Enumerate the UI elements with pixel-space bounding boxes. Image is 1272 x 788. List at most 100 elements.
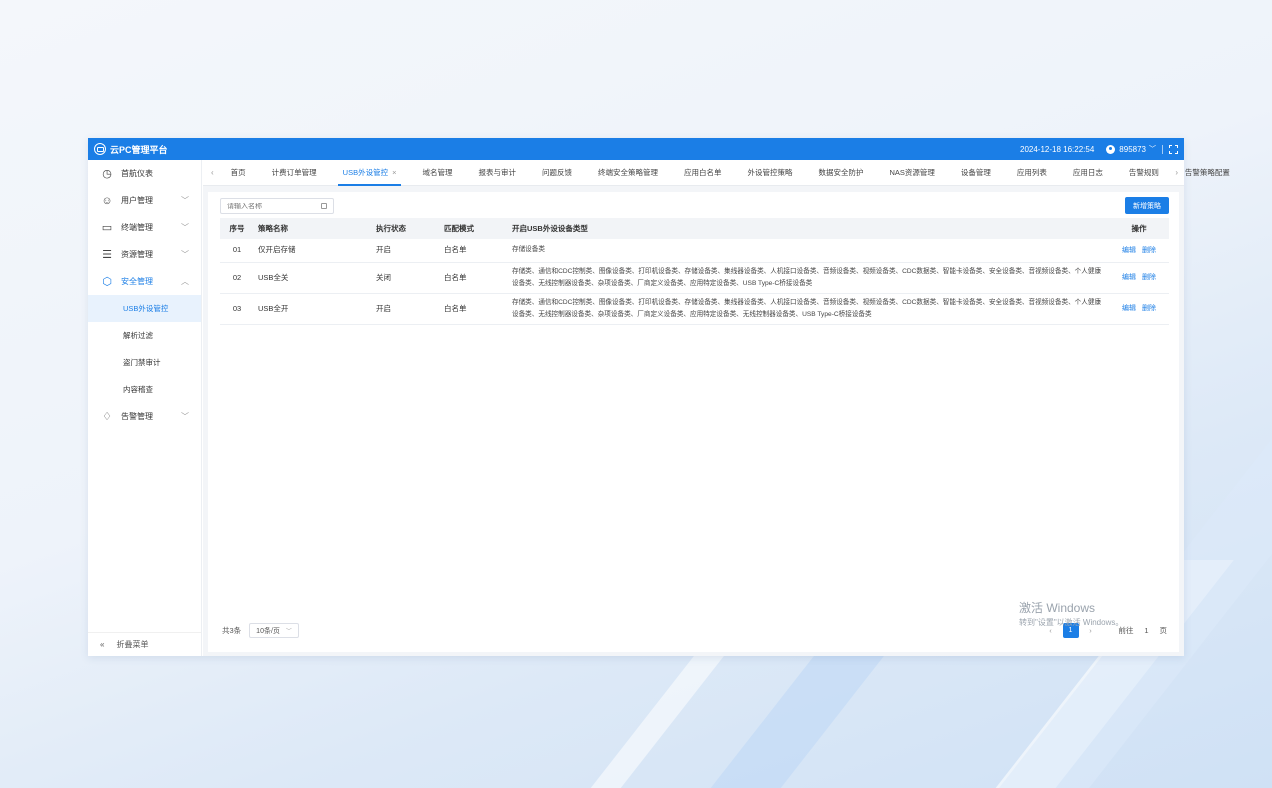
goto-suffix: 页 [1159, 626, 1168, 635]
sidebar-item-alerts[interactable]: ♢ 告警管理 ﹀ [88, 403, 201, 430]
tab-reports[interactable]: 报表与审计 [465, 160, 529, 186]
sidebar-item-label: 终端管理 [121, 223, 153, 232]
collapse-menu-button[interactable]: « 折叠菜单 [88, 632, 201, 656]
tab-data-security[interactable]: 数据安全防护 [805, 160, 876, 186]
watermark-line2: 转到"设置"以激活 Windows。 [1019, 618, 1124, 627]
tab-alert-rules[interactable]: 告警规则 [1116, 160, 1172, 186]
close-icon[interactable]: × [392, 168, 396, 177]
delete-link[interactable]: 删除 [1142, 274, 1156, 281]
policy-status: 开启 [372, 239, 440, 263]
background-stripe [701, 650, 889, 788]
device-types: 存储类、通信和CDC控制类、图像设备类、打印机设备类、存储设备类、集线器设备类、… [508, 293, 1109, 325]
delete-link[interactable]: 删除 [1142, 247, 1156, 254]
sidebar-subitem-content-inspection[interactable]: 内容稽查 [88, 376, 201, 403]
chevron-right-icon[interactable]: › [1171, 168, 1182, 177]
page-size-value: 10条/页 [256, 627, 280, 635]
sidebar: ◷ 首航仪表 ☺ 用户管理 ﹀ ▭ 终端管理 ﹀ ☰ 资源管理 ﹀ ⬡ 安全管理… [88, 160, 202, 656]
policy-name: 仅开启存储 [254, 239, 372, 263]
chevron-left-icon[interactable]: ‹ [207, 168, 218, 177]
watermark-line1: 激活 Windows [1019, 601, 1096, 615]
column-header: 操作 [1109, 218, 1169, 239]
match-mode: 白名单 [440, 239, 508, 263]
table-row: 01 仅开启存储 开启 白名单 存储设备类 编辑 删除 [220, 239, 1169, 263]
sidebar-item-label: 安全管理 [121, 277, 153, 286]
background-stripe [581, 650, 729, 788]
sidebar-item-users[interactable]: ☺ 用户管理 ﹀ [88, 187, 201, 214]
column-header: 开启USB外设设备类型 [508, 218, 1109, 239]
row-index: 03 [220, 293, 254, 325]
search-input[interactable] [227, 202, 321, 210]
tab-app-logs[interactable]: 应用日志 [1060, 160, 1116, 186]
divider [1162, 144, 1163, 154]
sidebar-item-dashboard[interactable]: ◷ 首航仪表 [88, 160, 201, 187]
windows-activation-watermark: 激活 Windows 转到"设置"以激活 Windows。 [1019, 599, 1123, 628]
tab-app-whitelist[interactable]: 应用白名单 [671, 160, 735, 186]
edit-link[interactable]: 编辑 [1122, 274, 1136, 281]
tab-domain[interactable]: 域名管理 [409, 160, 465, 186]
sidebar-subitem-usb-control[interactable]: USB外设管控 [88, 295, 201, 322]
tab-terminal-policy[interactable]: 终端安全策略管理 [585, 160, 671, 186]
policy-status: 开启 [372, 293, 440, 325]
tab-bar: ‹ 首页 计费订单管理 USB外设管控 × 域名管理 报表与审计 问题反馈 终端安… [203, 160, 1230, 186]
datetime-display: 2024-12-18 16:22:54 [1020, 144, 1095, 154]
goto-input[interactable]: 1 [1140, 626, 1154, 635]
edit-link[interactable]: 编辑 [1122, 305, 1136, 312]
tab-app-list[interactable]: 应用列表 [1004, 160, 1060, 186]
sidebar-item-resources[interactable]: ☰ 资源管理 ﹀ [88, 241, 201, 268]
bell-icon: ♢ [102, 411, 112, 423]
chevron-down-icon: ﹀ [181, 196, 189, 205]
chevron-down-icon: ﹀ [181, 250, 189, 259]
policy-table: 序号 策略名称 执行状态 匹配模式 开启USB外设设备类型 操作 01 仅开启存… [220, 218, 1169, 325]
column-header: 执行状态 [372, 218, 440, 239]
delete-link[interactable]: 删除 [1142, 305, 1156, 312]
app-title: 云PC管理平台 [110, 144, 168, 155]
tab-nas[interactable]: NAS资源管理 [876, 160, 947, 186]
sidebar-item-security[interactable]: ⬡ 安全管理 ︿ [88, 268, 201, 295]
edit-link[interactable]: 编辑 [1122, 247, 1136, 254]
search-box[interactable] [220, 198, 334, 214]
main-content: ‹ 首页 计费订单管理 USB外设管控 × 域名管理 报表与审计 问题反馈 终端安… [203, 160, 1230, 656]
pager-summary: 共3条 10条/页 ﹀ [222, 623, 299, 638]
page-size-select[interactable]: 10条/页 ﹀ [249, 623, 299, 638]
security-icon: ⬡ [102, 276, 112, 288]
chevron-down-icon: ﹀ [285, 629, 292, 635]
row-index: 01 [220, 239, 254, 263]
tab-devices[interactable]: 设备管理 [948, 160, 1004, 186]
app-window: 云PC管理平台 2024-12-18 16:22:54 895873 ﹀ ◷ 首… [88, 138, 1230, 656]
sidebar-item-label: 资源管理 [121, 250, 153, 259]
total-count: 共3条 [222, 626, 242, 635]
tab-label: USB外设管控 [342, 167, 389, 177]
tab-home[interactable]: 首页 [218, 160, 259, 186]
user-avatar-icon[interactable] [1106, 144, 1116, 154]
sidebar-subitem-parse-filter[interactable]: 解析过滤 [88, 322, 201, 349]
fullscreen-icon[interactable] [1169, 144, 1178, 154]
column-header: 序号 [220, 218, 254, 239]
sidebar-item-terminals[interactable]: ▭ 终端管理 ﹀ [88, 214, 201, 241]
sidebar-subitem-access-audit[interactable]: 盗门禁审计 [88, 349, 201, 376]
tab-usb-control[interactable]: USB外设管控 × [330, 160, 410, 186]
add-policy-button[interactable]: 新增策略 [1125, 197, 1169, 214]
tab-feedback[interactable]: 问题反馈 [529, 160, 585, 186]
table-row: 02 USB全关 关闭 白名单 存储类、通信和CDC控制类、图像设备类、打印机设… [220, 262, 1169, 294]
table-header-row: 序号 策略名称 执行状态 匹配模式 开启USB外设设备类型 操作 [220, 218, 1169, 239]
chevron-down-icon: ﹀ [181, 412, 189, 421]
tab-peripheral-policy[interactable]: 外设管控策略 [734, 160, 805, 186]
search-icon[interactable] [321, 203, 327, 209]
resource-icon: ☰ [102, 249, 112, 261]
chevron-down-icon[interactable]: ﹀ [1149, 144, 1156, 154]
tab-billing[interactable]: 计费订单管理 [259, 160, 330, 186]
tab-alert-config[interactable]: 告警策略配置 [1172, 160, 1243, 186]
column-header: 匹配模式 [440, 218, 508, 239]
policy-status: 关闭 [372, 262, 440, 294]
content-panel: 新增策略 序号 策略名称 执行状态 匹配模式 开启USB外设设备类型 操作 [208, 192, 1179, 652]
match-mode: 白名单 [440, 262, 508, 294]
device-types: 存储设备类 [508, 239, 1109, 263]
top-bar: 云PC管理平台 2024-12-18 16:22:54 895873 ﹀ [88, 138, 1184, 160]
sidebar-item-label: 首航仪表 [121, 169, 153, 178]
user-menu[interactable]: 895873 [1119, 145, 1146, 154]
device-types: 存储类、通信和CDC控制类、图像设备类、打印机设备类、存储设备类、集线器设备类、… [508, 262, 1109, 294]
terminal-icon: ▭ [101, 222, 113, 234]
policy-name: USB全关 [254, 262, 372, 294]
collapse-icon: « [100, 640, 105, 649]
collapse-label: 折叠菜单 [116, 640, 149, 649]
